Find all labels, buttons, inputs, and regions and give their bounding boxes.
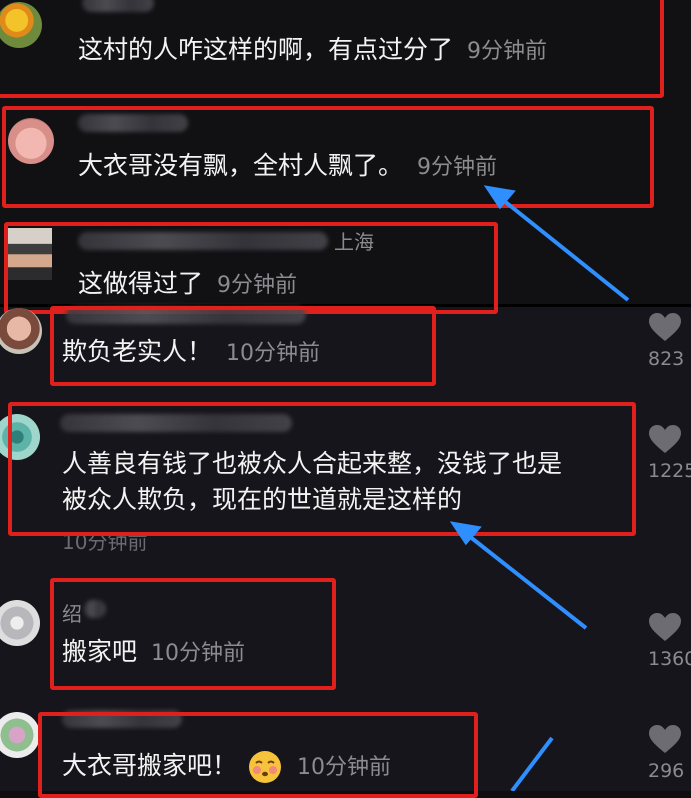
arrow-line <box>496 194 630 302</box>
annotation-arrows <box>449 185 630 791</box>
arrow-line <box>462 530 588 630</box>
arrow-line <box>510 736 554 791</box>
